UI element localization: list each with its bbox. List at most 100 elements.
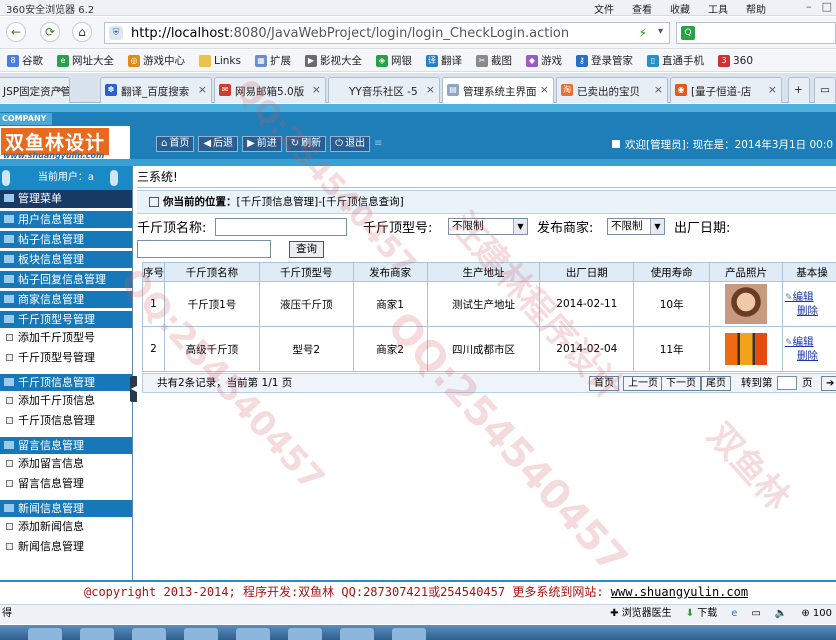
fav-bank[interactable]: ◈ 网银 [369, 53, 419, 68]
delete-link[interactable]: 删除 [785, 305, 836, 318]
last-page-button[interactable]: 尾页 [701, 376, 731, 391]
new-tab-button[interactable]: + [788, 77, 810, 103]
jack-type-select[interactable]: 不限制 ▼ [448, 218, 528, 235]
sidebar-item-add-news[interactable]: 添加新闻信息 [0, 517, 132, 537]
fav-google[interactable]: 8 谷歌 [0, 53, 50, 68]
home-button[interactable]: ⌂ 首页 [156, 136, 195, 152]
search-input[interactable]: Q [676, 22, 836, 44]
close-icon[interactable]: × [198, 83, 207, 96]
url-dropdown-icon[interactable]: ▾ [658, 26, 663, 37]
browser-doctor[interactable]: ✚ 浏览器医生 [610, 605, 672, 623]
close-icon[interactable]: × [426, 83, 435, 96]
close-icon[interactable]: × [56, 83, 65, 96]
refresh-button[interactable]: ↻ 刷新 [285, 136, 327, 152]
home-icon[interactable]: ⌂ [72, 22, 92, 42]
sound-icon[interactable]: 🔈 [775, 605, 787, 623]
edit-link[interactable]: ✎编辑 [785, 336, 836, 350]
maximize-icon[interactable]: □ [822, 0, 832, 13]
taskbar-app-icon[interactable] [28, 628, 62, 640]
download-button[interactable]: ⬇ 下载 [686, 605, 718, 623]
fav-games[interactable]: ◆ 游戏 [519, 53, 569, 68]
url-input[interactable]: ⛨ http://localhost:8080/JavaWebProject/l… [104, 22, 670, 44]
first-page-button[interactable]: 首页 [589, 376, 619, 391]
menu-tools[interactable]: 工具 [708, 1, 728, 16]
tab-netease-mail[interactable]: ✉ 网易邮箱5.0版 × [214, 77, 326, 103]
close-icon[interactable]: × [768, 83, 777, 96]
sidebar-group-merchants[interactable]: 商家信息管理 [0, 291, 132, 308]
table-header-row: 序号 千斤顶名称 千斤顶型号 发布商家 生产地址 出厂日期 使用寿命 产品照片 … [142, 262, 836, 282]
tab-sold-items[interactable]: 淘已卖出的宝贝 × [556, 77, 668, 103]
sidebar-item-add-message[interactable]: 添加留言信息 [0, 454, 132, 474]
tab-baidu-translate[interactable]: ✽ 翻译_百度搜索 × [100, 77, 212, 103]
tab-yy-music[interactable]: YY音乐社区 -5 × [328, 77, 440, 103]
date-label: 出厂日期: [674, 221, 731, 236]
back-button[interactable]: ◀ 后退 [198, 136, 239, 152]
fav-mobile[interactable]: ▯ 直通手机 [640, 53, 711, 68]
fav-screenshot[interactable]: ✂ 截图 [469, 53, 519, 68]
jack-name-input[interactable] [215, 218, 347, 236]
prev-page-button[interactable]: 上一页 [623, 376, 663, 391]
taskbar-app-icon[interactable] [392, 628, 426, 640]
speed-mode-icon[interactable]: ⚡ [639, 26, 647, 40]
sidebar-item-add-jack-type[interactable]: 添加千斤顶型号 [0, 328, 132, 348]
sidebar-group-jack-types[interactable]: 千斤顶型号管理 [0, 311, 132, 328]
merchant-select[interactable]: 不限制 ▼ [607, 218, 665, 235]
edit-link[interactable]: ✎编辑 [785, 291, 836, 305]
tab-quantum-shop[interactable]: ◉ [量子恒道-店 × [670, 77, 782, 103]
fav-site-nav[interactable]: e 网址大全 [50, 53, 121, 68]
delete-link[interactable]: 删除 [785, 350, 836, 363]
sidebar-item-jack-info-manage[interactable]: 千斤顶信息管理 [0, 411, 132, 431]
window-icon[interactable]: ▭ [751, 605, 760, 623]
fav-extensions[interactable]: ▦ 扩展 [248, 53, 298, 68]
search-engine-icon[interactable]: Q [681, 26, 695, 40]
close-icon[interactable]: × [540, 83, 549, 96]
fav-translate[interactable]: 译翻译 [419, 53, 469, 68]
next-page-button[interactable]: 下一页 [661, 376, 701, 391]
taskbar-app-icon[interactable] [236, 628, 270, 640]
tab-jsp-assets[interactable]: JSP固定资产管 × [0, 77, 70, 103]
ie-icon[interactable]: e [731, 605, 737, 623]
go-page-button[interactable]: ➔ [821, 376, 836, 391]
sidebar-item-add-jack-info[interactable]: 添加千斤顶信息 [0, 391, 132, 411]
menu-favorites[interactable]: 收藏 [670, 1, 690, 16]
sidebar-group-news[interactable]: 新闻信息管理 [0, 500, 132, 517]
taskbar-app-icon[interactable] [184, 628, 218, 640]
refresh-icon[interactable]: ⟳ [40, 22, 60, 42]
tab-admin-main[interactable]: ▤ 管理系统主界面 × [442, 77, 554, 103]
list-icon [4, 235, 14, 243]
sidebar-group-posts[interactable]: 帖子信息管理 [0, 231, 132, 248]
menu-view[interactable]: 查看 [632, 1, 652, 16]
close-icon[interactable]: × [312, 83, 321, 96]
site-link[interactable]: www.shuangyulin.com [611, 585, 748, 599]
taskbar-app-icon[interactable] [288, 628, 322, 640]
menu-help[interactable]: 帮助 [746, 1, 766, 16]
fav-links[interactable]: Links [192, 54, 248, 67]
sidebar-group-replies[interactable]: 帖子回复信息管理 [0, 271, 132, 288]
sidebar-group-jack-info[interactable]: 千斤顶信息管理 [0, 374, 132, 391]
fav-video[interactable]: ▶ 影视大全 [298, 53, 369, 68]
query-button[interactable]: 查询 [289, 241, 324, 258]
zoom-level[interactable]: ⊕ 100 [801, 605, 832, 623]
sidebar-group-messages[interactable]: 留言信息管理 [0, 437, 132, 454]
sidebar-group-users[interactable]: 用户信息管理 [0, 211, 132, 228]
sidebar-item-message-manage[interactable]: 留言信息管理 [0, 474, 132, 494]
sidebar-item-jack-type-manage[interactable]: 千斤顶型号管理 [0, 348, 132, 368]
taskbar-app-icon[interactable] [340, 628, 374, 640]
sidebar-group-boards[interactable]: 板块信息管理 [0, 251, 132, 268]
taskbar-app-icon[interactable] [80, 628, 114, 640]
fav-360[interactable]: 3 360 [711, 54, 760, 67]
menu-file[interactable]: 文件 [594, 1, 614, 16]
taskbar-app-icon[interactable] [132, 628, 166, 640]
back-icon[interactable]: ← [6, 22, 26, 42]
logout-button[interactable]: ⏻ 退出 [330, 136, 371, 152]
forward-button[interactable]: ▶ 前进 [242, 136, 282, 152]
close-icon[interactable]: × [654, 83, 663, 96]
fav-games-center[interactable]: ◎ 游戏中心 [121, 53, 192, 68]
fav-login-manager[interactable]: ⚷ 登录管家 [569, 53, 640, 68]
page-number-input[interactable] [777, 376, 797, 390]
minimize-icon[interactable]: – [806, 0, 812, 13]
tab-list-icon[interactable]: ▭ [814, 77, 836, 103]
sidebar-item-news-manage[interactable]: 新闻信息管理 [0, 537, 132, 557]
manufacture-date-input[interactable] [137, 240, 271, 258]
list-icon [4, 295, 14, 303]
